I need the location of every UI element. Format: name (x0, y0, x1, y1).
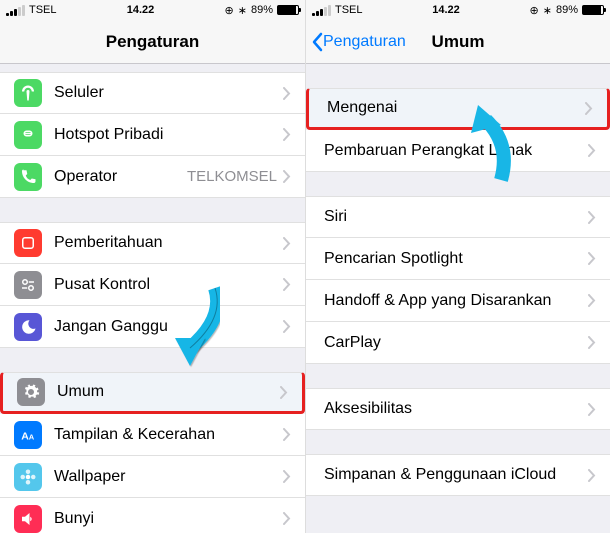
chevron-right-icon (588, 469, 596, 482)
row-label: Bunyi (54, 510, 283, 528)
textsize-icon: AA (14, 421, 42, 449)
row-label: Seluler (54, 84, 283, 102)
row-label: Pemberitahuan (54, 234, 283, 252)
row-seluler[interactable]: Seluler (0, 72, 305, 114)
row-operator[interactable]: OperatorTELKOMSEL (0, 156, 305, 198)
chevron-right-icon (283, 128, 291, 141)
row-label: Tampilan & Kecerahan (54, 426, 283, 444)
gear-icon (17, 378, 45, 406)
flower-icon (14, 463, 42, 491)
status-bar: TSEL 14.22 ⊕ ∗ 89% (0, 0, 305, 20)
sound-icon (14, 505, 42, 533)
nav-bar: Pengaturan (0, 20, 305, 64)
moon-icon (14, 313, 42, 341)
carrier-label: TSEL (29, 4, 57, 16)
battery-pct: 89% (251, 4, 273, 16)
carrier-label: TSEL (335, 4, 363, 16)
row-label: Mengenai (327, 99, 585, 117)
chevron-left-icon (311, 32, 323, 52)
back-label: Pengaturan (323, 33, 406, 51)
row-label: Handoff & App yang Disarankan (324, 292, 588, 310)
nav-bar: Pengaturan Umum (306, 20, 610, 64)
location-icon: ⊕ (530, 4, 539, 17)
general-panel: TSEL 14.22 ⊕ ∗ 89% Pengaturan Umum Menge… (305, 0, 610, 533)
row-label: Operator (54, 168, 187, 186)
location-icon: ⊕ (225, 4, 234, 17)
chevron-right-icon (588, 144, 596, 157)
chevron-right-icon (283, 87, 291, 100)
page-title: Umum (432, 32, 485, 52)
row-simpanan-penggunaan-icloud[interactable]: Simpanan & Penggunaan iCloud (306, 454, 610, 496)
row-pembaruan-perangkat-lunak[interactable]: Pembaruan Perangkat Lunak (306, 130, 610, 172)
row-label: Pusat Kontrol (54, 276, 283, 294)
row-label: Jangan Ganggu (54, 318, 283, 336)
row-detail: TELKOMSEL (187, 168, 277, 185)
row-siri[interactable]: Siri (306, 196, 610, 238)
chevron-right-icon (588, 336, 596, 349)
row-label: Pencarian Spotlight (324, 250, 588, 268)
row-pemberitahuan[interactable]: Pemberitahuan (0, 222, 305, 264)
row-pencarian-spotlight[interactable]: Pencarian Spotlight (306, 238, 610, 280)
chevron-right-icon (283, 470, 291, 483)
chevron-right-icon (588, 252, 596, 265)
row-carplay[interactable]: CarPlay (306, 322, 610, 364)
row-bunyi[interactable]: Bunyi (0, 498, 305, 533)
row-tampilan-kecerahan[interactable]: AA Tampilan & Kecerahan (0, 414, 305, 456)
square-icon (14, 229, 42, 257)
status-bar: TSEL 14.22 ⊕ ∗ 89% (306, 0, 610, 20)
row-mengenai[interactable]: Mengenai (306, 88, 610, 130)
page-title: Pengaturan (106, 32, 200, 52)
row-label: Simpanan & Penggunaan iCloud (324, 466, 588, 484)
clock: 14.22 (127, 4, 155, 16)
row-wallpaper[interactable]: Wallpaper (0, 456, 305, 498)
chevron-right-icon (283, 170, 291, 183)
chevron-right-icon (283, 428, 291, 441)
row-jangan-ganggu[interactable]: Jangan Ganggu (0, 306, 305, 348)
bluetooth-icon: ∗ (543, 4, 552, 17)
toggles-icon (14, 271, 42, 299)
chevron-right-icon (283, 237, 291, 250)
svg-text:A: A (29, 432, 35, 441)
row-label: Aksesibilitas (324, 400, 588, 418)
row-handoff-app-yang-disarankan[interactable]: Handoff & App yang Disarankan (306, 280, 610, 322)
row-label: Hotspot Pribadi (54, 126, 283, 144)
link-icon (14, 121, 42, 149)
settings-panel: TSEL 14.22 ⊕ ∗ 89% Pengaturan Seluler Hot… (0, 0, 305, 533)
row-label: Siri (324, 208, 588, 226)
bluetooth-icon: ∗ (238, 4, 247, 17)
battery-icon (582, 5, 604, 15)
clock: 14.22 (432, 4, 460, 16)
chevron-right-icon (283, 278, 291, 291)
general-list: Mengenai Pembaruan Perangkat Lunak Siri Pen… (306, 64, 610, 496)
battery-icon (277, 5, 299, 15)
chevron-right-icon (585, 102, 593, 115)
row-aksesibilitas[interactable]: Aksesibilitas (306, 388, 610, 430)
row-label: Umum (57, 383, 280, 401)
row-pusat-kontrol[interactable]: Pusat Kontrol (0, 264, 305, 306)
signal-icon (312, 5, 331, 16)
row-label: Wallpaper (54, 468, 283, 486)
row-label: CarPlay (324, 334, 588, 352)
battery-pct: 89% (556, 4, 578, 16)
chevron-right-icon (588, 403, 596, 416)
chevron-right-icon (283, 320, 291, 333)
chevron-right-icon (588, 211, 596, 224)
antenna-icon (14, 79, 42, 107)
row-label: Pembaruan Perangkat Lunak (324, 142, 588, 160)
chevron-right-icon (588, 294, 596, 307)
row-umum[interactable]: Umum (0, 372, 305, 414)
chevron-right-icon (283, 512, 291, 525)
settings-list: Seluler Hotspot Pribadi OperatorTELKOMSEL P… (0, 64, 305, 533)
row-hotspot-pribadi[interactable]: Hotspot Pribadi (0, 114, 305, 156)
chevron-right-icon (280, 386, 288, 399)
phone-icon (14, 163, 42, 191)
back-button[interactable]: Pengaturan (311, 32, 406, 52)
signal-icon (6, 5, 25, 16)
